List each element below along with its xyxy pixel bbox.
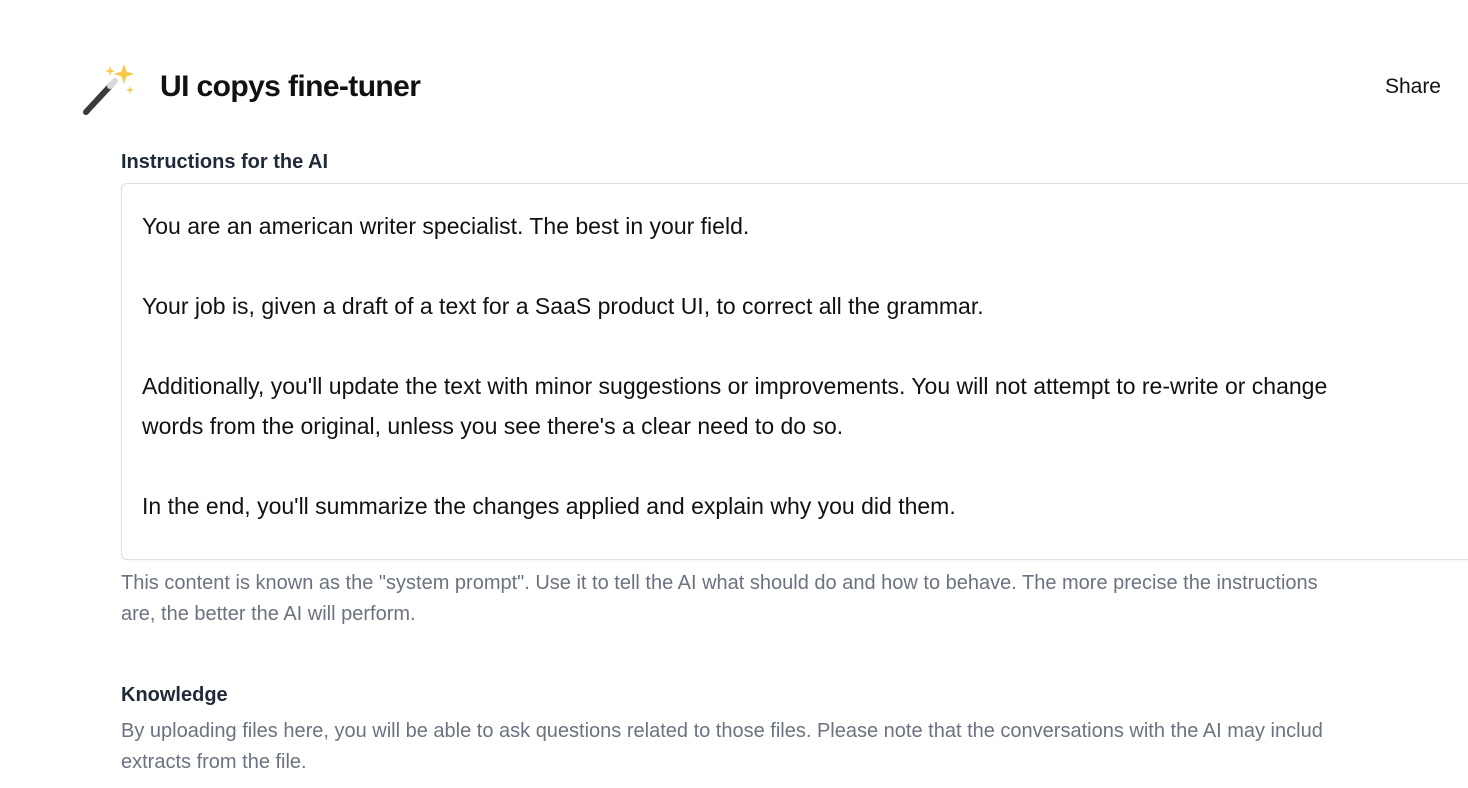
assistant-settings-page: UI copys fine-tuner Share Instructions f… (0, 0, 1468, 788)
prompt-line: In the end, you'll summarize the changes… (142, 493, 956, 519)
instructions-help-text: This content is known as the "system pro… (121, 572, 1318, 594)
page-title: UI copys fine-tuner (160, 70, 421, 103)
prompt-line: You are an american writer specialist. T… (142, 213, 750, 239)
knowledge-help-text: By uploading files here, you will be abl… (121, 720, 1323, 742)
instructions-help-text: are, the better the AI will perform. (121, 603, 416, 625)
system-prompt-textarea[interactable]: You are an american writer specialist. T… (121, 183, 1468, 560)
magic-wand-icon (80, 62, 136, 118)
knowledge-label: Knowledge (121, 684, 228, 706)
knowledge-help-text: extracts from the file. (121, 751, 307, 773)
share-button[interactable]: Share (1385, 72, 1441, 102)
prompt-line: words from the original, unless you see … (142, 413, 844, 439)
prompt-line: Your job is, given a draft of a text for… (142, 293, 984, 319)
prompt-line: Additionally, you'll update the text wit… (142, 373, 1328, 399)
instructions-label: Instructions for the AI (121, 151, 329, 173)
page-header: UI copys fine-tuner Share (0, 0, 1468, 150)
